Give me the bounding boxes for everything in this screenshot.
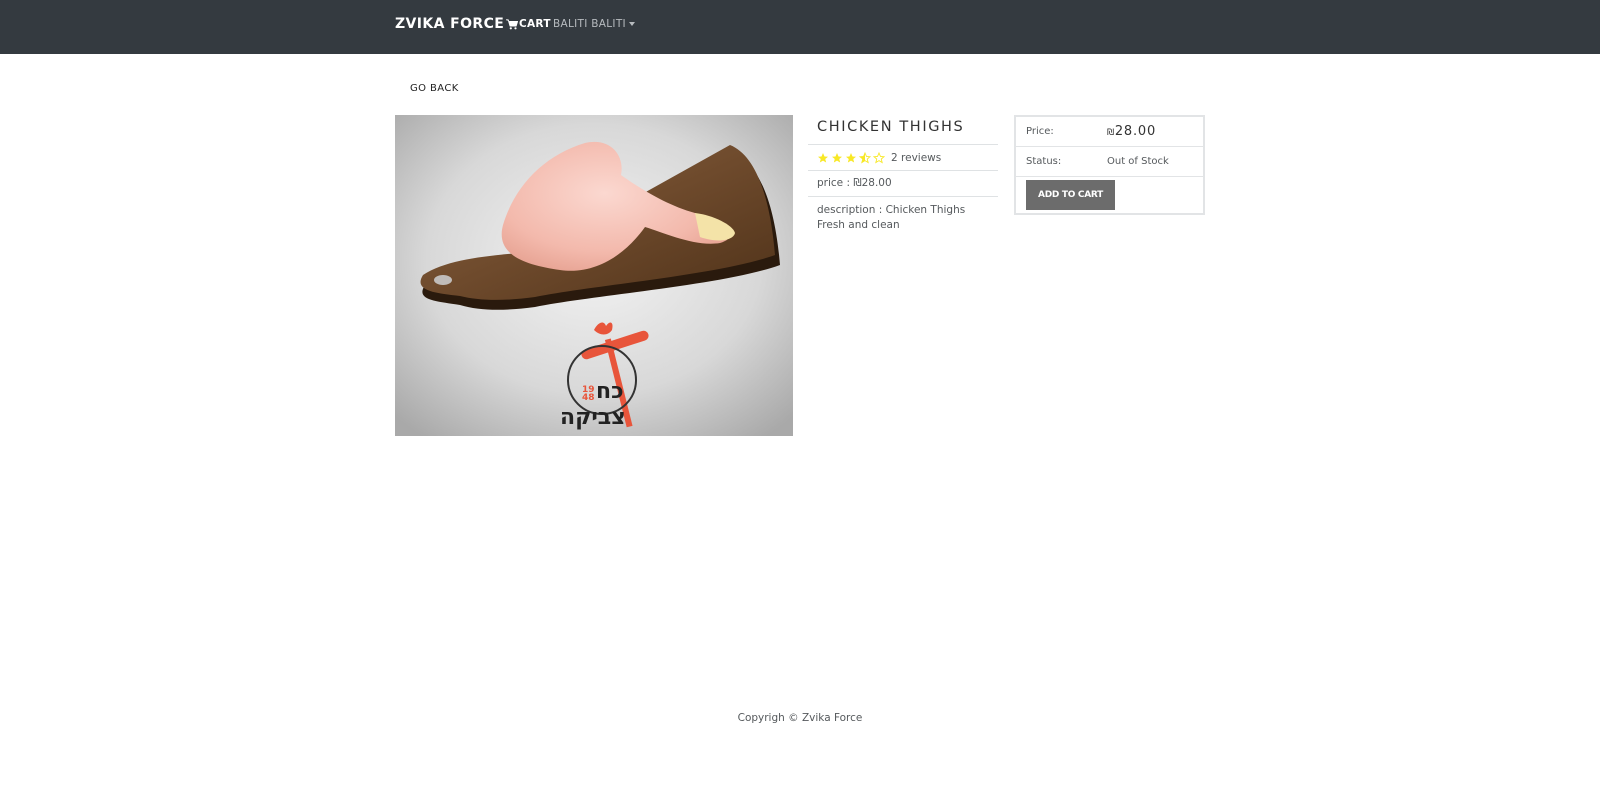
footer-copyright: Copyrigh © Zvika Force xyxy=(737,712,863,724)
buy-box-price-row: Price: ₪28.00 xyxy=(1016,117,1203,147)
description-line-1: description : Chicken Thighs xyxy=(817,204,966,216)
user-name-label: BALITI BALITI xyxy=(553,18,626,30)
svg-text:כח: כח xyxy=(596,379,624,404)
cart-icon xyxy=(506,18,518,29)
star-full-icon xyxy=(846,152,856,162)
currency-symbol: ₪ xyxy=(1107,128,1115,138)
status-label: Status: xyxy=(1026,156,1062,167)
product-price: price : ₪28.00 xyxy=(808,171,998,197)
product-details: CHICKEN THIGHS 2 reviews price : ₪28.00 … xyxy=(808,115,998,239)
buy-box-status-row: Status: Out of Stock xyxy=(1016,147,1203,177)
caret-down-icon xyxy=(628,22,635,26)
user-dropdown-toggle[interactable]: BALITI BALITI xyxy=(553,18,635,30)
star-empty-icon xyxy=(873,151,885,163)
brand-link[interactable]: ZVIKA FORCE xyxy=(395,16,504,32)
svg-text:צביקה: צביקה xyxy=(560,405,626,430)
star-full-icon xyxy=(832,152,842,162)
add-to-cart-button[interactable]: ADD TO CART xyxy=(1026,180,1115,210)
svg-text:48: 48 xyxy=(582,393,595,403)
product-image: 19 48 כח צביקה xyxy=(395,115,793,436)
status-value: Out of Stock xyxy=(1107,156,1169,167)
buy-box: Price: ₪28.00 Status: Out of Stock ADD T… xyxy=(1014,115,1205,215)
rating: 2 reviews xyxy=(808,145,998,171)
price-label: Price: xyxy=(1026,126,1054,137)
nav-cart-link[interactable]: CART xyxy=(506,18,551,30)
product-description: description : Chicken Thighs Fresh and c… xyxy=(808,197,998,239)
rating-stars xyxy=(817,151,887,164)
price-amount: 28.00 xyxy=(1114,124,1157,139)
star-half-icon xyxy=(859,151,871,163)
reviews-count: 2 reviews xyxy=(891,151,942,164)
product-title: CHICKEN THIGHS xyxy=(808,115,998,145)
buy-box-action-row: ADD TO CART xyxy=(1016,177,1203,213)
star-full-icon xyxy=(818,152,828,162)
nav-cart-label: CART xyxy=(519,18,551,30)
price-value: ₪28.00 xyxy=(1107,124,1156,139)
navbar: ZVIKA FORCE CART BALITI BALITI xyxy=(0,0,1600,54)
description-line-2: Fresh and clean xyxy=(817,219,900,231)
go-back-button[interactable]: GO BACK xyxy=(410,83,459,94)
